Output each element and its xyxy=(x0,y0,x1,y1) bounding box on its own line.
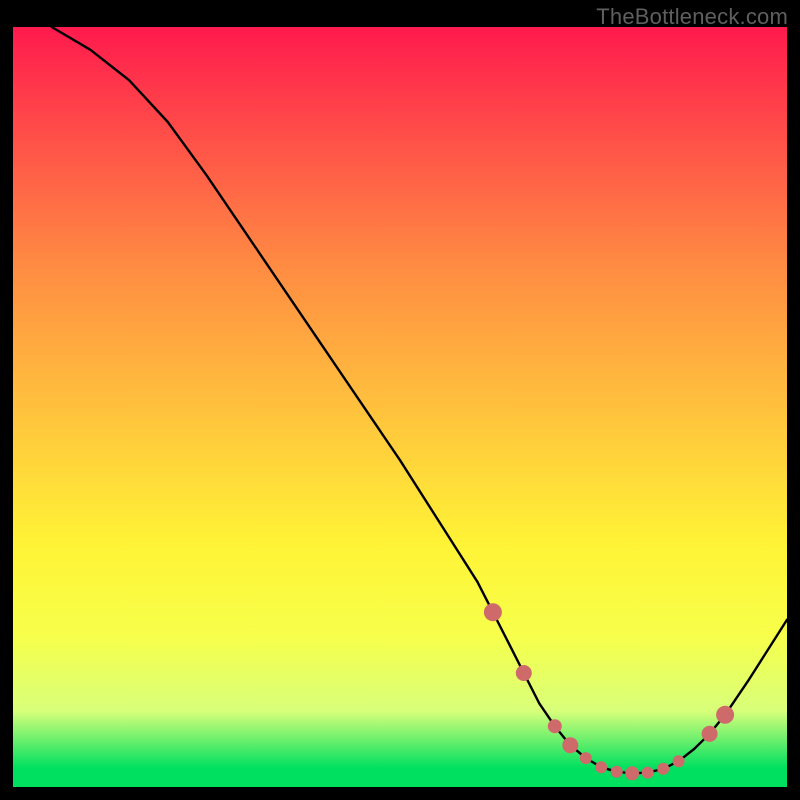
highlight-marker-group xyxy=(484,603,734,780)
highlight-marker xyxy=(702,726,718,742)
highlight-marker xyxy=(516,665,532,681)
highlight-marker xyxy=(595,761,607,773)
chart-area xyxy=(13,27,787,787)
highlight-marker xyxy=(642,767,654,779)
highlight-marker xyxy=(716,706,734,724)
highlight-marker xyxy=(548,719,562,733)
highlight-marker xyxy=(580,752,592,764)
highlight-marker xyxy=(611,766,623,778)
highlight-marker xyxy=(657,763,669,775)
highlight-marker xyxy=(484,603,502,621)
highlight-marker xyxy=(673,755,685,767)
highlight-marker xyxy=(625,766,639,780)
chart-svg xyxy=(13,27,787,787)
bottleneck-curve xyxy=(52,27,787,773)
highlight-marker xyxy=(562,737,578,753)
